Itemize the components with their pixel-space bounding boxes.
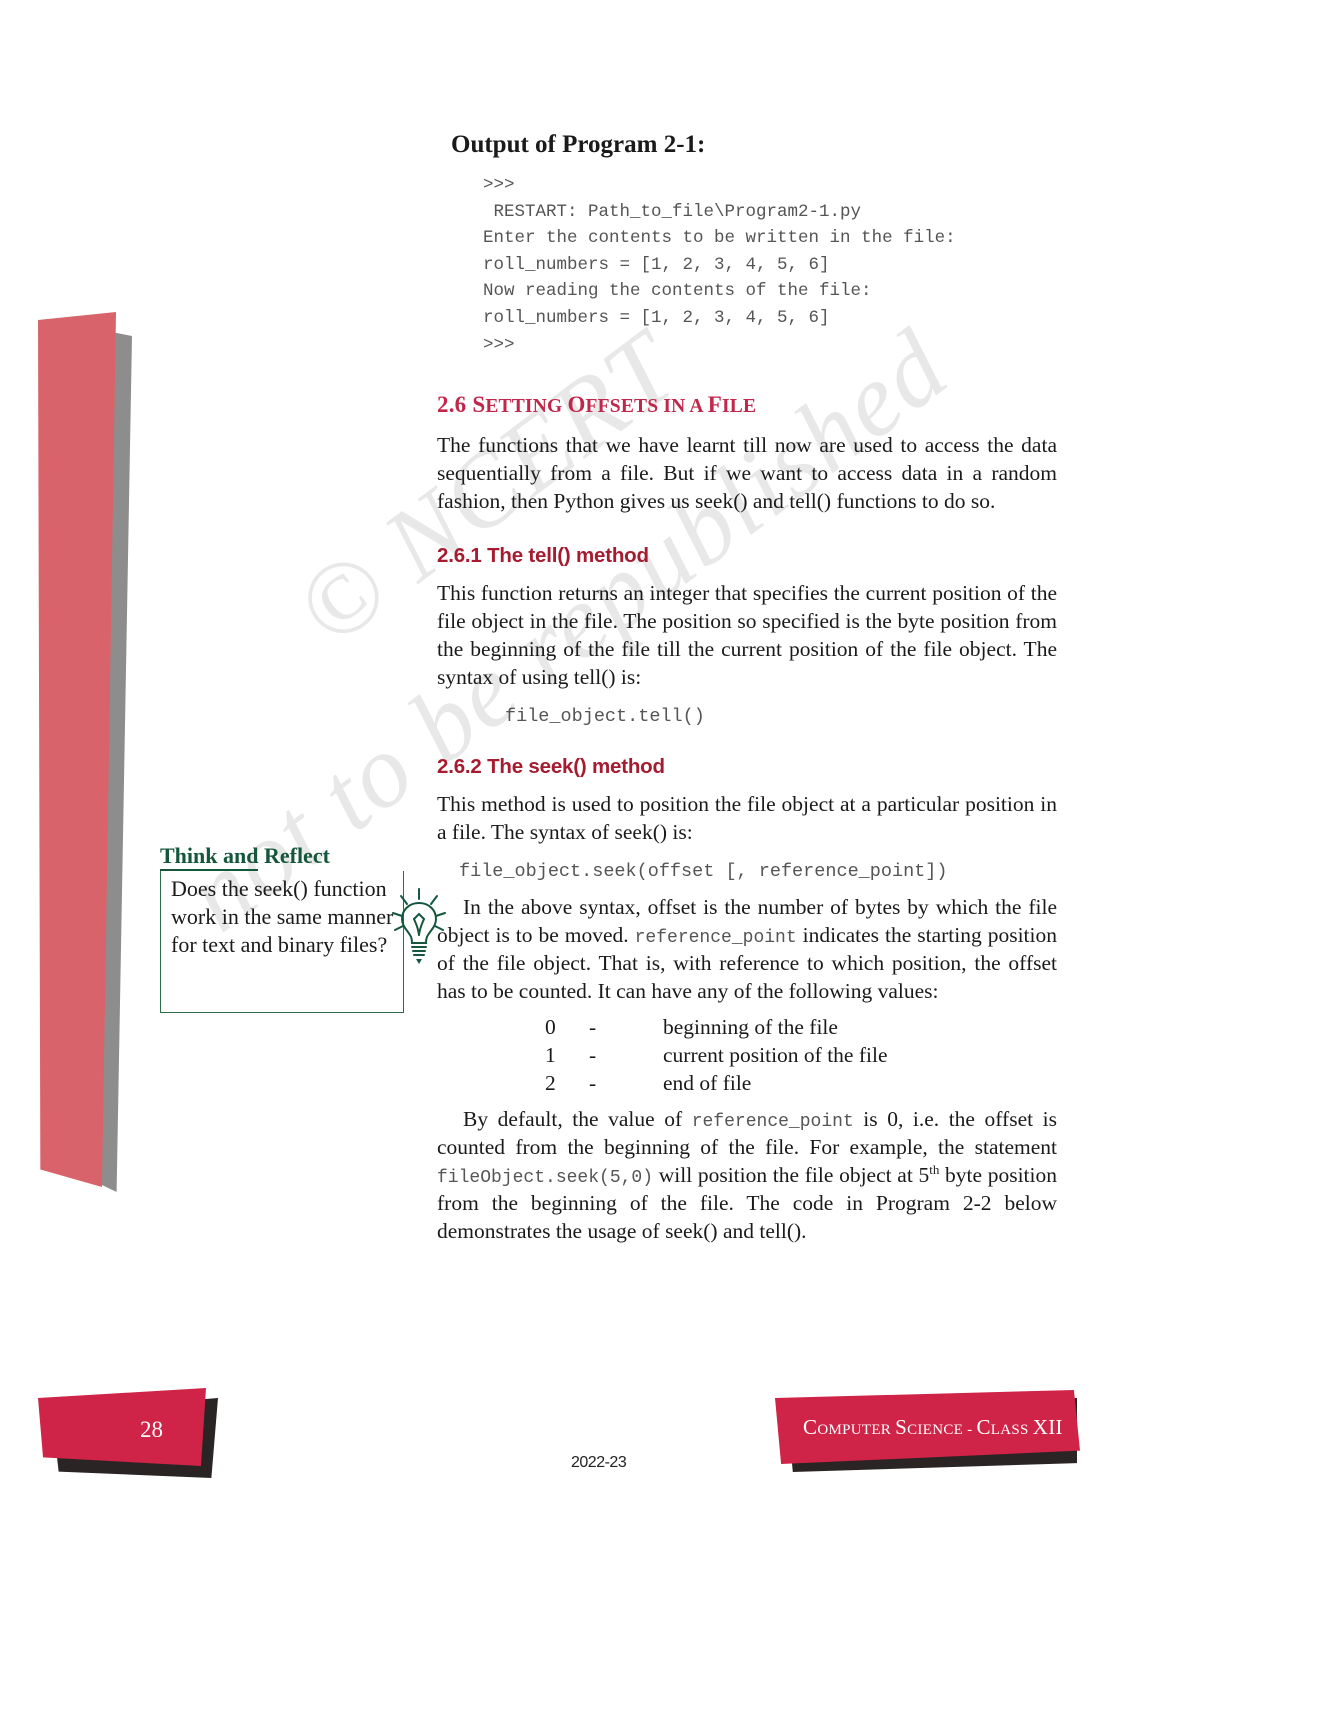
value-description: current position of the file <box>663 1042 888 1067</box>
title-underlined-part: Think and <box>160 843 259 871</box>
section-title-part: ile <box>721 396 757 418</box>
output-line: RESTART: Path_to_file\Program2-1.py <box>483 201 862 222</box>
think-and-reflect-title: Think and Reflect <box>160 843 404 871</box>
inline-code-seek-call: fileObject.seek(5,0) <box>437 1168 654 1189</box>
seek-syntax: file_object.seek(offset [, reference_poi… <box>459 860 948 882</box>
think-and-reflect-box: Does the seek() function work in the sam… <box>160 871 404 1013</box>
section-title-part: ffsets <box>585 396 664 418</box>
value-number: 1 <box>545 1042 556 1067</box>
value-dash: - <box>589 1042 597 1067</box>
seek-method-paragraph: This method is used to position the file… <box>437 791 1057 844</box>
seek-explanation-paragraph-2: By default, the value of reference_point… <box>437 1106 1057 1247</box>
output-line: Now reading the contents of the file: <box>483 281 872 302</box>
inline-code-reference-point: reference_point <box>691 1111 854 1132</box>
section-title-cap-s: S <box>472 392 486 418</box>
value-description: end of file <box>663 1070 752 1095</box>
footer-part: XII <box>1032 1415 1063 1439</box>
footer-part: lass <box>990 1422 1033 1438</box>
output-line: roll_numbers = [1, 2, 3, 4, 5, 6] <box>483 307 830 328</box>
output-line: roll_numbers = [1, 2, 3, 4, 5, 6] <box>483 254 830 275</box>
section-title-part: in a <box>663 396 708 418</box>
output-line: >>> <box>483 175 515 195</box>
seek-explanation-paragraph-1: In the above syntax, offset is the numbe… <box>437 894 1057 1006</box>
section-title-part: etting <box>485 396 568 418</box>
value-number: 0 <box>545 1014 556 1039</box>
year-label: 2022-23 <box>571 1454 627 1471</box>
footer-part: C <box>976 1415 991 1439</box>
value-dash: - <box>589 1014 597 1039</box>
program-output-block: >>> RESTART: Path_to_file\Program2-1.py … <box>483 172 1057 358</box>
think-and-reflect-question: Does the seek() function work in the sam… <box>171 876 394 958</box>
title-rest-part: Reflect <box>258 843 330 868</box>
value-dash: - <box>589 1070 597 1095</box>
list-item: 0 - beginning of the file <box>437 1014 1057 1042</box>
inline-code-reference-point: reference_point <box>634 927 797 948</box>
list-item: 1 - current position of the file <box>437 1042 1057 1070</box>
value-number: 2 <box>545 1070 556 1095</box>
explain-text: will position the file object at 5 <box>653 1163 930 1188</box>
think-and-reflect-callout: Think and Reflect Does the seek() functi… <box>160 843 446 1013</box>
footer-class-label: Computer Science - Class XII <box>803 1415 1063 1440</box>
footer-part: C <box>803 1415 818 1439</box>
page-number: 28 <box>140 1417 163 1442</box>
subheading-2-6-1: 2.6.1 The tell() method <box>437 543 649 567</box>
footer-part: cience - <box>907 1422 977 1438</box>
footer-part: S <box>895 1415 908 1439</box>
tell-method-paragraph: This function returns an integer that sp… <box>437 580 1057 689</box>
output-line: Enter the contents to be written in the … <box>483 228 956 249</box>
section-title-cap-f: F <box>707 392 722 418</box>
output-title: Output of Program 2-1: <box>451 131 706 158</box>
page-number-badge <box>38 1388 206 1466</box>
output-line: >>> <box>483 334 515 355</box>
lightbulb-icon <box>392 888 446 964</box>
list-item: 2 - end of file <box>437 1070 1057 1098</box>
section-number: 2.6 <box>437 392 467 418</box>
explain-text: By default, the value of <box>463 1106 692 1131</box>
section-heading-2-6: 2.6 Setting Offsets in a File <box>437 392 1057 418</box>
page-content: Output of Program 2-1: >>> RESTART: Path… <box>437 130 1057 1252</box>
ordinal-suffix: th <box>929 1161 940 1177</box>
section-intro-paragraph: The functions that we have learnt till n… <box>437 433 1057 514</box>
footer-part: omputer <box>817 1422 896 1438</box>
tell-syntax: file_object.tell() <box>505 705 705 727</box>
reference-point-values-list: 0 - beginning of the file 1 - current po… <box>437 1014 1057 1098</box>
subheading-2-6-2: 2.6.2 The seek() method <box>437 754 665 778</box>
value-description: beginning of the file <box>663 1014 838 1039</box>
section-title-cap-o: O <box>567 392 586 418</box>
